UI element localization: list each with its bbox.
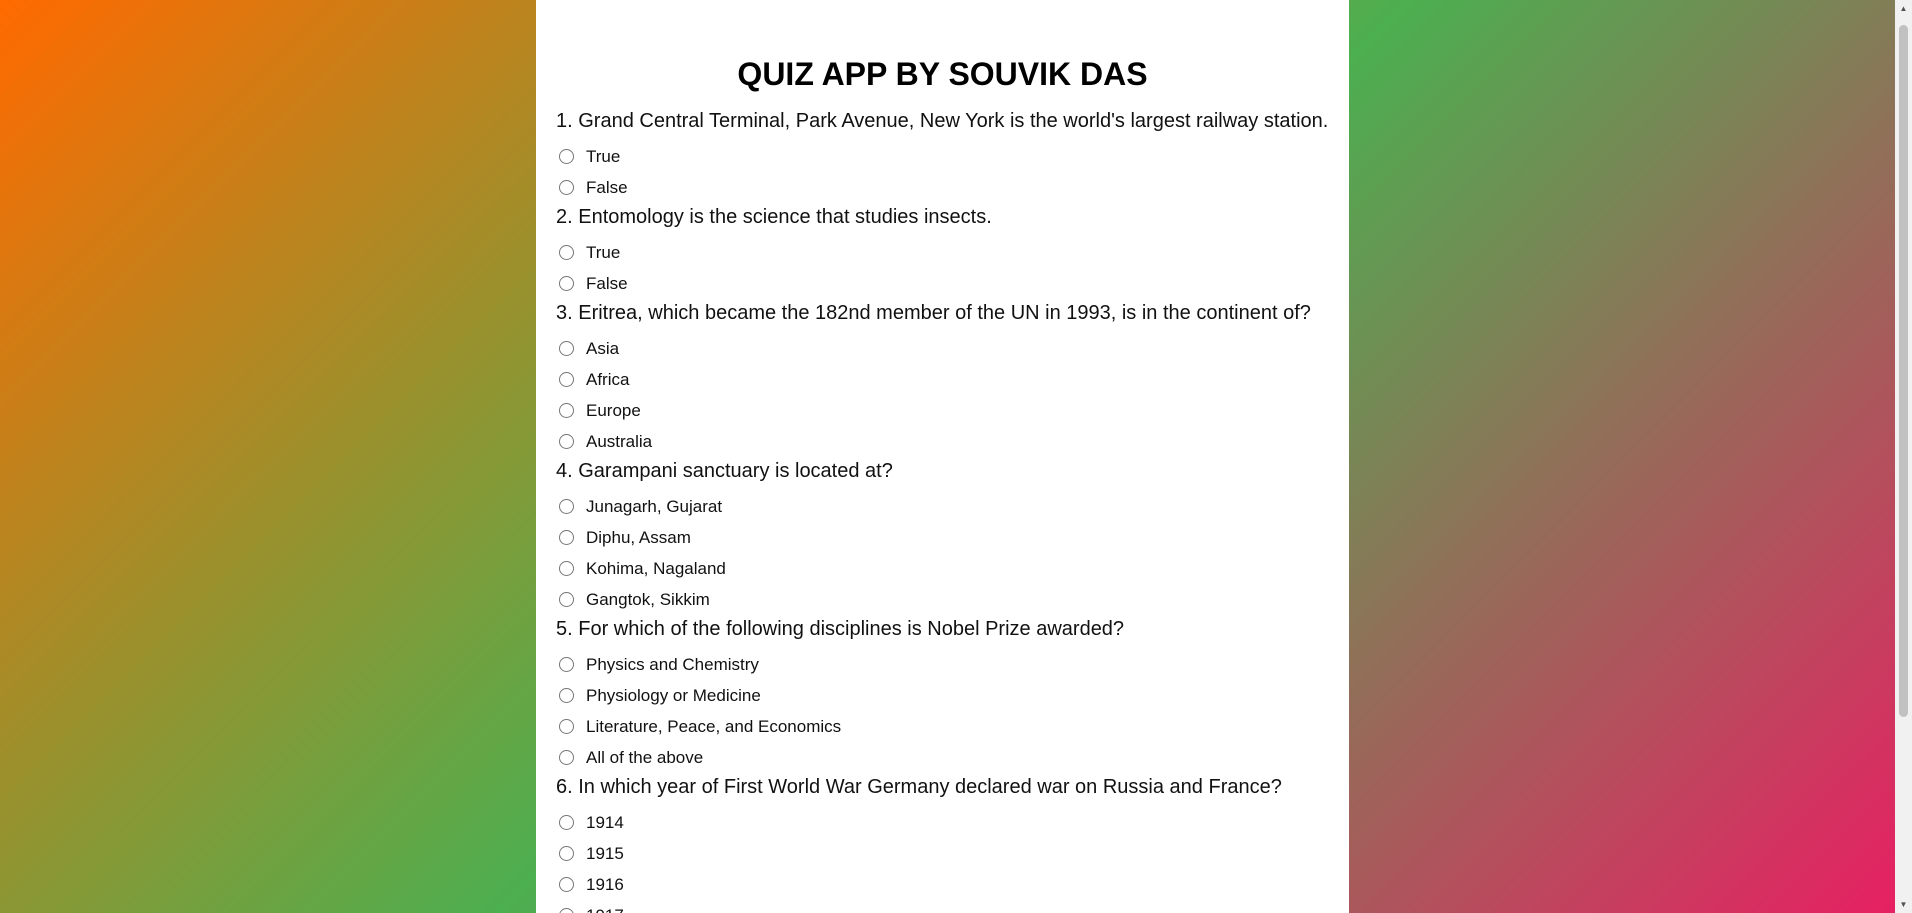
option-label: Literature, Peace, and Economics	[586, 716, 842, 736]
question-text: 4. Garampani sanctuary is located at?	[556, 460, 893, 482]
scroll-down-icon[interactable]: ▼	[1895, 896, 1912, 913]
answer-option[interactable]: Asia	[556, 333, 1329, 364]
answer-option[interactable]: 1914	[556, 807, 1329, 838]
question-text: 5. For which of the following discipline…	[556, 618, 1125, 640]
option-label: Physics and Chemistry	[586, 654, 759, 674]
answer-option[interactable]: Kohima, Nagaland	[556, 553, 1329, 584]
answer-option[interactable]: Physics and Chemistry	[556, 649, 1329, 680]
radio-button[interactable]	[559, 846, 574, 861]
quiz-container: QUIZ APP BY SOUVIK DAS 1. Grand Central …	[536, 0, 1349, 913]
question-block: 6. In which year of First World War Germ…	[556, 773, 1329, 913]
radio-button[interactable]	[559, 372, 574, 387]
scroll-thumb[interactable]	[1899, 25, 1908, 717]
question-block: 1. Grand Central Terminal, Park Avenue, …	[556, 107, 1329, 203]
radio-button[interactable]	[559, 149, 574, 164]
radio-button[interactable]	[559, 499, 574, 514]
answer-option[interactable]: Europe	[556, 395, 1329, 426]
option-label: All of the above	[586, 747, 704, 767]
radio-button[interactable]	[559, 657, 574, 672]
option-label: True	[586, 146, 621, 166]
question-block: 2. Entomology is the science that studie…	[556, 203, 1329, 299]
radio-button[interactable]	[559, 750, 574, 765]
answer-option[interactable]: All of the above	[556, 742, 1329, 773]
answer-option[interactable]: 1916	[556, 869, 1329, 900]
radio-button[interactable]	[559, 434, 574, 449]
answer-option[interactable]: Africa	[556, 364, 1329, 395]
option-label: 1915	[586, 843, 624, 863]
radio-button[interactable]	[559, 908, 574, 913]
option-label: Junagarh, Gujarat	[586, 496, 723, 516]
question-text: 6. In which year of First World War Germ…	[556, 776, 1282, 798]
option-label: 1917	[586, 906, 624, 913]
question-block: 4. Garampani sanctuary is located at? Jun…	[556, 457, 1329, 615]
quiz-body: 1. Grand Central Terminal, Park Avenue, …	[536, 107, 1349, 913]
radio-button[interactable]	[559, 719, 574, 734]
answer-option[interactable]: True	[556, 141, 1329, 172]
option-label: 1916	[586, 874, 624, 894]
radio-button[interactable]	[559, 341, 574, 356]
option-label: Australia	[586, 431, 653, 451]
answer-option[interactable]: Gangtok, Sikkim	[556, 584, 1329, 615]
answer-option[interactable]: Junagarh, Gujarat	[556, 491, 1329, 522]
page-scrollbar[interactable]: ▲ ▼	[1895, 0, 1912, 913]
option-label: True	[586, 242, 621, 262]
radio-button[interactable]	[559, 180, 574, 195]
option-label: False	[586, 273, 628, 293]
answer-option[interactable]: Physiology or Medicine	[556, 680, 1329, 711]
option-label: Diphu, Assam	[586, 527, 691, 547]
question-block: 3. Eritrea, which became the 182nd membe…	[556, 299, 1329, 457]
scroll-up-icon[interactable]: ▲	[1895, 0, 1912, 17]
option-label: Kohima, Nagaland	[586, 558, 726, 578]
radio-button[interactable]	[559, 276, 574, 291]
question-text: 1. Grand Central Terminal, Park Avenue, …	[556, 110, 1329, 132]
radio-button[interactable]	[559, 245, 574, 260]
answer-option[interactable]: Literature, Peace, and Economics	[556, 711, 1329, 742]
option-label: Europe	[586, 400, 641, 420]
answer-option[interactable]: 1915	[556, 838, 1329, 869]
radio-button[interactable]	[559, 877, 574, 892]
answer-option[interactable]: True	[556, 237, 1329, 268]
option-label: Africa	[586, 369, 630, 389]
option-label: Asia	[586, 338, 620, 358]
page-title: QUIZ APP BY SOUVIK DAS	[737, 56, 1148, 92]
option-label: Physiology or Medicine	[586, 685, 761, 705]
answer-option[interactable]: False	[556, 172, 1329, 203]
option-label: 1914	[586, 812, 624, 832]
question-text: 2. Entomology is the science that studie…	[556, 206, 992, 228]
radio-button[interactable]	[559, 403, 574, 418]
answer-option[interactable]: 1917	[556, 900, 1329, 913]
radio-button[interactable]	[559, 688, 574, 703]
answer-option[interactable]: Australia	[556, 426, 1329, 457]
radio-button[interactable]	[559, 561, 574, 576]
radio-button[interactable]	[559, 815, 574, 830]
answer-option[interactable]: Diphu, Assam	[556, 522, 1329, 553]
radio-button[interactable]	[559, 592, 574, 607]
question-block: 5. For which of the following discipline…	[556, 615, 1329, 773]
question-text: 3. Eritrea, which became the 182nd membe…	[556, 302, 1311, 324]
option-label: Gangtok, Sikkim	[586, 589, 710, 609]
option-label: False	[586, 177, 628, 197]
radio-button[interactable]	[559, 530, 574, 545]
answer-option[interactable]: False	[556, 268, 1329, 299]
